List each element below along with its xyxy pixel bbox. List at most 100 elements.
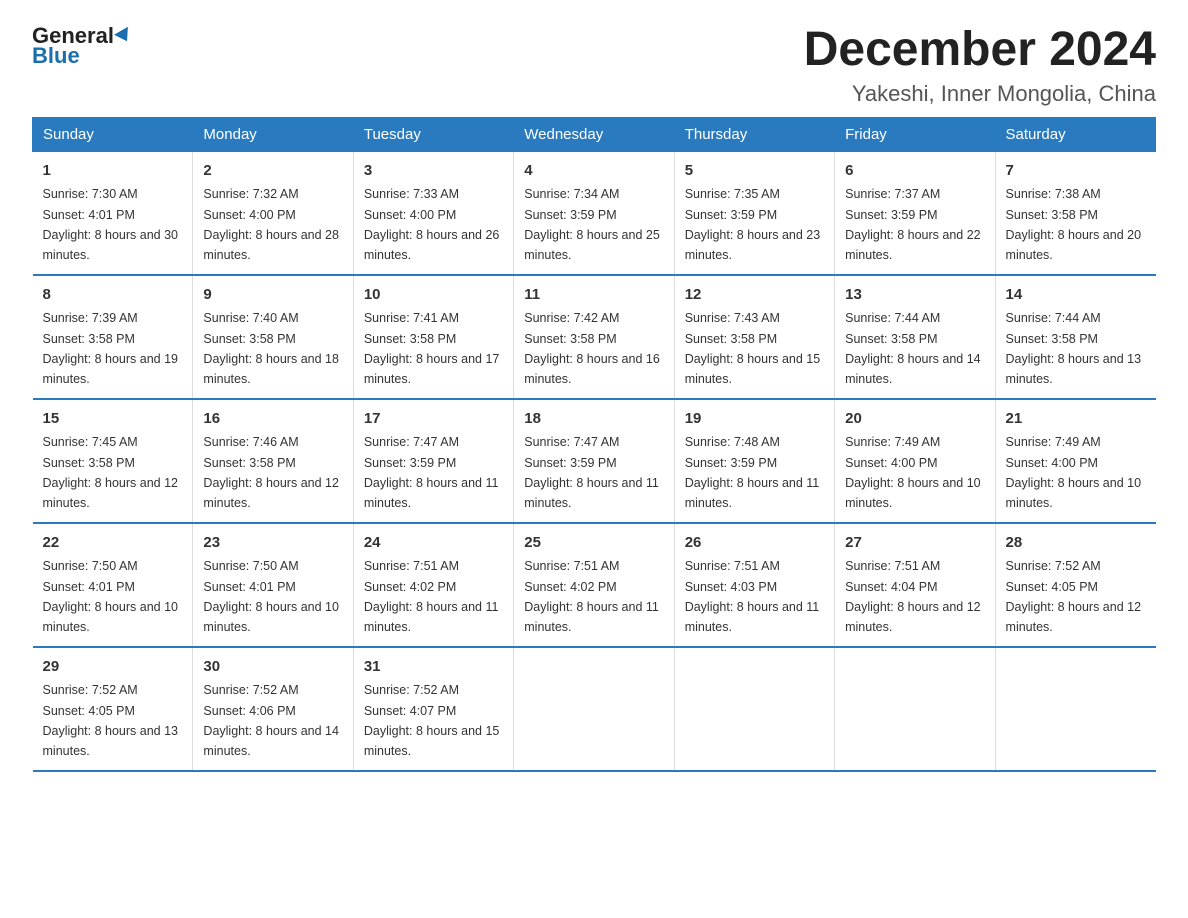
calendar-table: Sunday Monday Tuesday Wednesday Thursday…	[32, 117, 1156, 772]
table-row	[835, 647, 995, 771]
day-number: 12	[685, 284, 824, 307]
logo: General Blue	[32, 24, 132, 68]
day-number: 11	[524, 284, 663, 307]
logo-blue-text: Blue	[32, 44, 80, 68]
day-info: Sunrise: 7:51 AMSunset: 4:04 PMDaylight:…	[845, 559, 981, 634]
location-title: Yakeshi, Inner Mongolia, China	[804, 81, 1156, 107]
table-row: 1 Sunrise: 7:30 AMSunset: 4:01 PMDayligh…	[33, 151, 193, 275]
day-info: Sunrise: 7:32 AMSunset: 4:00 PMDaylight:…	[203, 187, 339, 262]
day-info: Sunrise: 7:33 AMSunset: 4:00 PMDaylight:…	[364, 187, 500, 262]
day-number: 27	[845, 532, 984, 555]
day-info: Sunrise: 7:41 AMSunset: 3:58 PMDaylight:…	[364, 311, 500, 386]
day-info: Sunrise: 7:52 AMSunset: 4:05 PMDaylight:…	[43, 683, 179, 758]
table-row: 22 Sunrise: 7:50 AMSunset: 4:01 PMDaylig…	[33, 523, 193, 647]
col-friday: Friday	[835, 117, 995, 151]
table-row: 24 Sunrise: 7:51 AMSunset: 4:02 PMDaylig…	[353, 523, 513, 647]
table-row: 28 Sunrise: 7:52 AMSunset: 4:05 PMDaylig…	[995, 523, 1155, 647]
calendar-week-row: 1 Sunrise: 7:30 AMSunset: 4:01 PMDayligh…	[33, 151, 1156, 275]
table-row: 11 Sunrise: 7:42 AMSunset: 3:58 PMDaylig…	[514, 275, 674, 399]
col-tuesday: Tuesday	[353, 117, 513, 151]
page-header: General Blue December 2024 Yakeshi, Inne…	[32, 24, 1156, 107]
day-info: Sunrise: 7:51 AMSunset: 4:02 PMDaylight:…	[524, 559, 659, 634]
calendar-header-row: Sunday Monday Tuesday Wednesday Thursday…	[33, 117, 1156, 151]
day-number: 19	[685, 408, 824, 431]
table-row	[674, 647, 834, 771]
day-info: Sunrise: 7:44 AMSunset: 3:58 PMDaylight:…	[845, 311, 981, 386]
calendar-week-row: 15 Sunrise: 7:45 AMSunset: 3:58 PMDaylig…	[33, 399, 1156, 523]
calendar-week-row: 8 Sunrise: 7:39 AMSunset: 3:58 PMDayligh…	[33, 275, 1156, 399]
day-info: Sunrise: 7:38 AMSunset: 3:58 PMDaylight:…	[1006, 187, 1142, 262]
table-row: 12 Sunrise: 7:43 AMSunset: 3:58 PMDaylig…	[674, 275, 834, 399]
day-info: Sunrise: 7:47 AMSunset: 3:59 PMDaylight:…	[524, 435, 659, 510]
day-info: Sunrise: 7:42 AMSunset: 3:58 PMDaylight:…	[524, 311, 660, 386]
day-info: Sunrise: 7:37 AMSunset: 3:59 PMDaylight:…	[845, 187, 981, 262]
table-row: 20 Sunrise: 7:49 AMSunset: 4:00 PMDaylig…	[835, 399, 995, 523]
day-info: Sunrise: 7:47 AMSunset: 3:59 PMDaylight:…	[364, 435, 499, 510]
table-row: 16 Sunrise: 7:46 AMSunset: 3:58 PMDaylig…	[193, 399, 353, 523]
table-row	[514, 647, 674, 771]
day-number: 7	[1006, 160, 1146, 183]
day-number: 10	[364, 284, 503, 307]
table-row: 26 Sunrise: 7:51 AMSunset: 4:03 PMDaylig…	[674, 523, 834, 647]
day-info: Sunrise: 7:49 AMSunset: 4:00 PMDaylight:…	[1006, 435, 1142, 510]
table-row: 23 Sunrise: 7:50 AMSunset: 4:01 PMDaylig…	[193, 523, 353, 647]
table-row: 17 Sunrise: 7:47 AMSunset: 3:59 PMDaylig…	[353, 399, 513, 523]
month-title: December 2024	[804, 24, 1156, 77]
table-row: 14 Sunrise: 7:44 AMSunset: 3:58 PMDaylig…	[995, 275, 1155, 399]
day-info: Sunrise: 7:48 AMSunset: 3:59 PMDaylight:…	[685, 435, 820, 510]
day-info: Sunrise: 7:52 AMSunset: 4:07 PMDaylight:…	[364, 683, 500, 758]
col-monday: Monday	[193, 117, 353, 151]
col-thursday: Thursday	[674, 117, 834, 151]
table-row: 21 Sunrise: 7:49 AMSunset: 4:00 PMDaylig…	[995, 399, 1155, 523]
table-row: 10 Sunrise: 7:41 AMSunset: 3:58 PMDaylig…	[353, 275, 513, 399]
table-row: 2 Sunrise: 7:32 AMSunset: 4:00 PMDayligh…	[193, 151, 353, 275]
table-row: 13 Sunrise: 7:44 AMSunset: 3:58 PMDaylig…	[835, 275, 995, 399]
day-info: Sunrise: 7:39 AMSunset: 3:58 PMDaylight:…	[43, 311, 179, 386]
day-info: Sunrise: 7:43 AMSunset: 3:58 PMDaylight:…	[685, 311, 821, 386]
table-row: 25 Sunrise: 7:51 AMSunset: 4:02 PMDaylig…	[514, 523, 674, 647]
table-row: 31 Sunrise: 7:52 AMSunset: 4:07 PMDaylig…	[353, 647, 513, 771]
day-number: 25	[524, 532, 663, 555]
table-row: 18 Sunrise: 7:47 AMSunset: 3:59 PMDaylig…	[514, 399, 674, 523]
day-info: Sunrise: 7:52 AMSunset: 4:05 PMDaylight:…	[1006, 559, 1142, 634]
day-number: 1	[43, 160, 183, 183]
day-number: 28	[1006, 532, 1146, 555]
table-row: 3 Sunrise: 7:33 AMSunset: 4:00 PMDayligh…	[353, 151, 513, 275]
day-number: 21	[1006, 408, 1146, 431]
day-number: 9	[203, 284, 342, 307]
day-number: 30	[203, 656, 342, 679]
day-number: 16	[203, 408, 342, 431]
day-number: 4	[524, 160, 663, 183]
col-sunday: Sunday	[33, 117, 193, 151]
title-block: December 2024 Yakeshi, Inner Mongolia, C…	[804, 24, 1156, 107]
day-number: 3	[364, 160, 503, 183]
table-row: 15 Sunrise: 7:45 AMSunset: 3:58 PMDaylig…	[33, 399, 193, 523]
table-row: 9 Sunrise: 7:40 AMSunset: 3:58 PMDayligh…	[193, 275, 353, 399]
day-info: Sunrise: 7:51 AMSunset: 4:03 PMDaylight:…	[685, 559, 820, 634]
table-row: 30 Sunrise: 7:52 AMSunset: 4:06 PMDaylig…	[193, 647, 353, 771]
table-row: 8 Sunrise: 7:39 AMSunset: 3:58 PMDayligh…	[33, 275, 193, 399]
day-info: Sunrise: 7:50 AMSunset: 4:01 PMDaylight:…	[203, 559, 339, 634]
day-number: 23	[203, 532, 342, 555]
day-info: Sunrise: 7:34 AMSunset: 3:59 PMDaylight:…	[524, 187, 660, 262]
day-info: Sunrise: 7:46 AMSunset: 3:58 PMDaylight:…	[203, 435, 339, 510]
day-number: 13	[845, 284, 984, 307]
day-number: 2	[203, 160, 342, 183]
day-info: Sunrise: 7:35 AMSunset: 3:59 PMDaylight:…	[685, 187, 821, 262]
table-row: 6 Sunrise: 7:37 AMSunset: 3:59 PMDayligh…	[835, 151, 995, 275]
day-info: Sunrise: 7:30 AMSunset: 4:01 PMDaylight:…	[43, 187, 179, 262]
day-info: Sunrise: 7:49 AMSunset: 4:00 PMDaylight:…	[845, 435, 981, 510]
calendar-week-row: 22 Sunrise: 7:50 AMSunset: 4:01 PMDaylig…	[33, 523, 1156, 647]
day-number: 15	[43, 408, 183, 431]
day-info: Sunrise: 7:52 AMSunset: 4:06 PMDaylight:…	[203, 683, 339, 758]
day-number: 14	[1006, 284, 1146, 307]
day-number: 17	[364, 408, 503, 431]
day-number: 6	[845, 160, 984, 183]
day-info: Sunrise: 7:40 AMSunset: 3:58 PMDaylight:…	[203, 311, 339, 386]
col-wednesday: Wednesday	[514, 117, 674, 151]
col-saturday: Saturday	[995, 117, 1155, 151]
day-number: 5	[685, 160, 824, 183]
day-number: 31	[364, 656, 503, 679]
day-number: 8	[43, 284, 183, 307]
table-row	[995, 647, 1155, 771]
